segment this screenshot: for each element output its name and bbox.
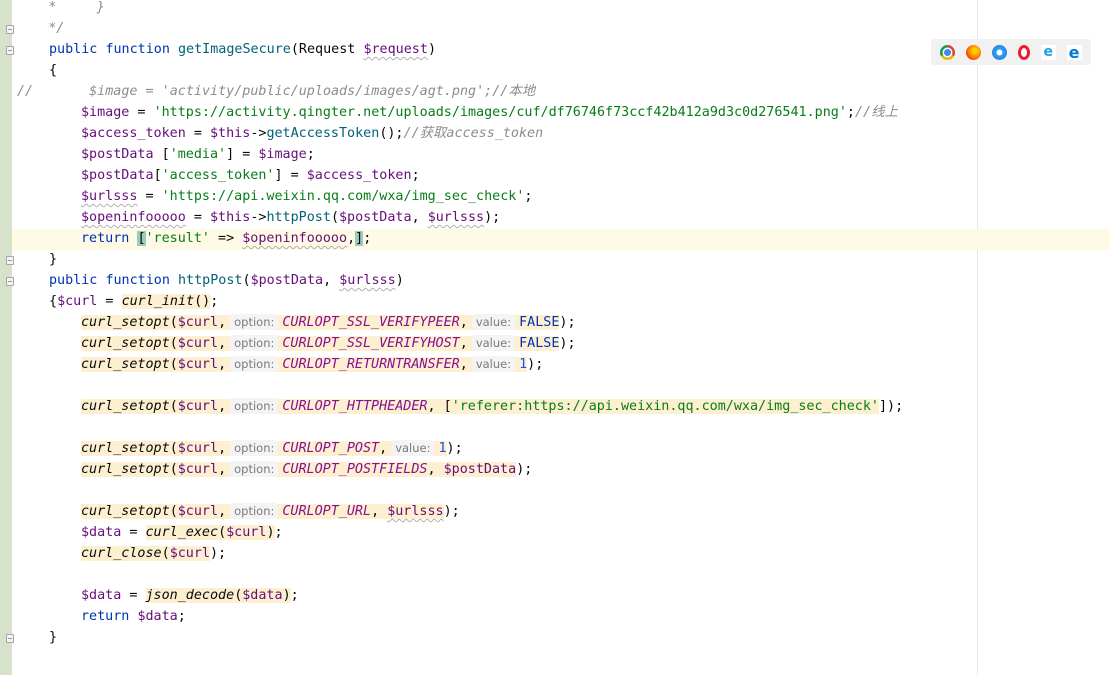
code-line-14: public function httpPost($postData, $url… — [49, 273, 404, 288]
right-margin-guide — [977, 0, 978, 675]
code-line-7: $access_token = $this->getAccessToken();… — [81, 126, 544, 141]
code-line-20: curl_setopt($curl, option: CURLOPT_POST, va… — [81, 440, 463, 456]
code-line-23: $data = curl_exec($curl); — [81, 525, 283, 540]
firefox-icon[interactable] — [966, 44, 982, 60]
code-line-18: curl_setopt($curl, option: CURLOPT_RETURNT… — [81, 356, 544, 372]
fold-marker-httpPost[interactable] — [6, 277, 14, 286]
fold-marker-getImageSecure-end[interactable] — [6, 256, 14, 265]
code-line-2: */ — [16, 21, 65, 36]
fold-marker-getImageSecure[interactable] — [6, 46, 14, 55]
code-line-15: {$curl = curl_init(); — [49, 294, 219, 309]
code-line-24: curl_close($curl); — [81, 546, 227, 561]
code-line-10: $urlsss = 'https://api.weixin.qq.com/wxa… — [81, 189, 533, 204]
code-line-1: * } — [16, 0, 105, 15]
code-line-4: { — [49, 63, 58, 78]
code-line-12: return ['result' => $openinfooooo,]; — [81, 231, 372, 246]
edge-icon[interactable]: e — [1066, 44, 1082, 60]
code-line-16: curl_setopt($curl, option: CURLOPT_SSL_VER… — [81, 314, 576, 330]
code-line-27: } — [49, 630, 58, 645]
code-line-13: } — [49, 252, 58, 267]
fold-marker-doc-end[interactable] — [6, 25, 14, 34]
code-line-9: $postData['access_token'] = $access_toke… — [81, 168, 420, 183]
code-line-22: curl_setopt($curl, option: CURLOPT_URL, $u… — [81, 503, 460, 519]
code-line-3: public function getImageSecure(Request $… — [49, 42, 436, 57]
code-line-25: $data = json_decode($data); — [81, 588, 299, 603]
opera-icon[interactable] — [1017, 44, 1030, 60]
code-line-8: $postData ['media'] = $image; — [81, 147, 315, 162]
code-line-19: curl_setopt($curl, option: CURLOPT_HTTPHEA… — [81, 398, 904, 414]
safari-icon[interactable] — [992, 44, 1008, 60]
browser-preview-toolbar: e e — [931, 39, 1091, 65]
chrome-icon[interactable] — [940, 44, 956, 60]
code-line-11: $openinfooooo = $this->httpPost($postDat… — [81, 210, 501, 225]
code-line-5: //$image = 'activity/public/uploads/imag… — [17, 84, 536, 99]
vcs-change-strip — [0, 0, 12, 675]
code-line-6: $image = 'https://activity.qingter.net/u… — [81, 105, 898, 120]
code-line-26: return $data; — [81, 609, 186, 624]
code-line-21: curl_setopt($curl, option: CURLOPT_POSTFIE… — [81, 461, 533, 477]
ie-icon[interactable]: e — [1040, 44, 1056, 60]
code-line-17: curl_setopt($curl, option: CURLOPT_SSL_VER… — [81, 335, 576, 351]
fold-marker-httpPost-end[interactable] — [6, 634, 14, 643]
